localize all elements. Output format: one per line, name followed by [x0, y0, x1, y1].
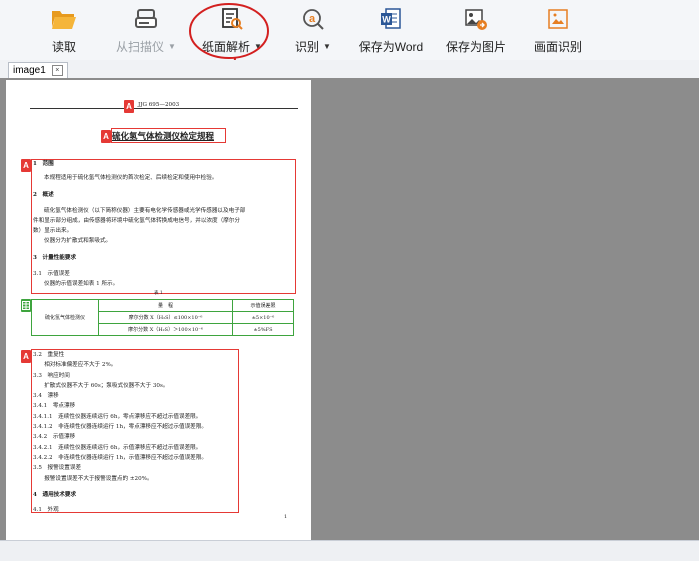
tab-strip: image1 × — [0, 60, 699, 79]
section-heading: 3 计量性能要求 — [33, 255, 77, 261]
text-line: 3.3 响应时间 — [33, 372, 70, 379]
document-page[interactable]: JJG 695—2003 A 硫化氢气体检测仪检定规程 A A 1 范围 本规程… — [6, 80, 311, 540]
doc-code: JJG 695—2003 — [138, 102, 180, 108]
paragraph: 数）显示出来。 — [33, 228, 73, 234]
text-line: 3.4.2.2 非连续性仪器连续运行 1h，示值漂移应不超过示值误差限。 — [33, 454, 207, 461]
section-heading: 2 概述 — [33, 192, 54, 198]
table-header: 示值误差限 — [232, 299, 294, 312]
title-region[interactable] — [111, 128, 226, 143]
table-cell: 硫化氢气体检测仪 — [31, 299, 99, 336]
text-line: 3.4.1.2 非连续性仪器连续运行 1h，零点漂移应不超过示值误差限。 — [33, 424, 207, 431]
section-heading: 4.1 外观 — [33, 507, 59, 513]
region-badge: A — [21, 159, 31, 172]
text-line: 3.4.2.1 连续性仪器连续运行 6h，示值漂移应不超过示值误差限。 — [33, 444, 202, 451]
table-cell: ±5×10⁻⁶ — [232, 311, 294, 324]
section-heading: 3.1 示值误差 — [33, 271, 70, 277]
text-line: 3.4.1 零点漂移 — [33, 403, 76, 410]
text-line: 3.2 重复性 — [33, 352, 65, 358]
close-icon[interactable]: × — [51, 65, 63, 76]
table-cell: 摩尔分数 X（H₂S）≤100×10⁻⁶ — [98, 311, 233, 324]
workspace: JJG 695—2003 A 硫化氢气体检测仪检定规程 A A 1 范围 本规程… — [0, 78, 699, 540]
text-line: 扩散式仪器不大于 60s；泵吸式仪器不大于 30s。 — [33, 382, 169, 389]
spec-table[interactable]: 硫化氢气体检测仪 量 程 示值误差限 摩尔分数 X（H₂S）≤100×10⁻⁶ … — [31, 299, 294, 336]
paragraph: 件和显示部分组成，由传感器将环境中硫化氢气体转换成电信号，并以浓度（摩尔分 — [33, 218, 240, 224]
text-line: 3.4 漂移 — [33, 393, 59, 400]
region-badge: A — [21, 350, 31, 363]
section-heading: 1 范围 — [33, 161, 54, 167]
region-badge: A — [101, 130, 111, 143]
text-line: 相对标准偏差应不大于 2%。 — [33, 362, 117, 369]
status-bar — [0, 540, 699, 561]
tab-label: image1 — [13, 65, 46, 76]
section-heading: 4 通用技术要求 — [33, 492, 77, 498]
paragraph: 仪器分为扩散式和泵吸式。 — [44, 238, 112, 244]
toolbar: 读取 从扫描仪 ▼ 纸面解析 ▼ a 识别 ▼ W 保存为Word 保存为图片 … — [0, 0, 699, 93]
page-number: 1 — [284, 514, 288, 520]
paragraph: 硫化氢气体检测仪（以下简称仪器）主要有电化学传感器或光学传感器以及电子部 — [44, 208, 246, 214]
paragraph: 本规程适用于硫化氢气体检测仪的首次检定、后续检定和使用中检验。 — [44, 175, 218, 181]
text-line: 3.4.1.1 连续性仪器连续运行 6h，零点漂移应不超过示值误差限。 — [33, 413, 202, 420]
text-lines: 3.2 重复性 相对标准偏差应不大于 2%。 3.3 响应时间 扩散式仪器不大于 … — [33, 350, 235, 484]
text-line: 报警设置误差不大于报警设置点的 ±20%。 — [33, 475, 153, 482]
table-header: 量 程 — [98, 299, 233, 312]
region-badge: A — [124, 100, 134, 113]
text-line: 3.5 报警设置误差 — [33, 465, 82, 472]
table-caption: 表 1 — [154, 291, 163, 296]
tab-image1[interactable]: image1 × — [8, 62, 68, 78]
paragraph: 仪器的示值误差如表 1 所示。 — [44, 281, 119, 287]
table-cell: ±5%FS — [232, 323, 294, 336]
text-line: 3.4.2 示值漂移 — [33, 434, 76, 441]
table-cell: 摩尔分数 X（H₂S）＞100×10⁻⁶ — [98, 323, 233, 336]
table-badge — [21, 299, 31, 312]
